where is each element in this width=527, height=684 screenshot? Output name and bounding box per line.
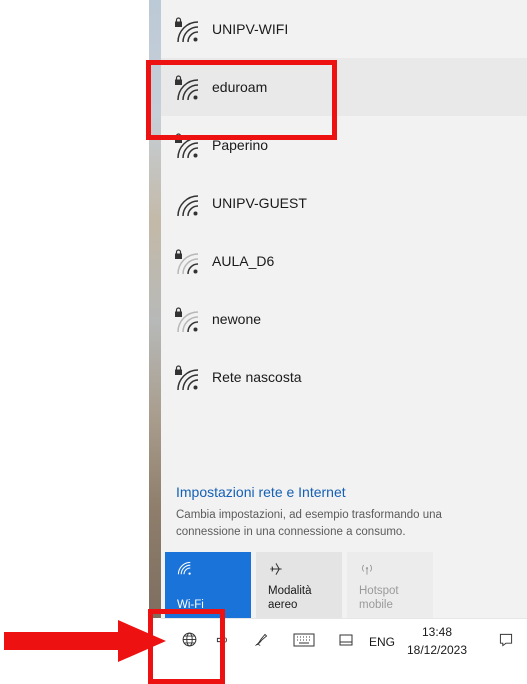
clock-time: 13:48 (421, 625, 453, 639)
network-item[interactable]: newone (161, 290, 527, 348)
network-item[interactable]: UNIPV-GUEST (161, 174, 527, 232)
notification-icon (498, 632, 514, 653)
pen-icon (253, 632, 269, 653)
clock-date: 18/12/2023 (406, 643, 468, 657)
tablet-mode-button[interactable] (333, 619, 359, 665)
touch-keyboard-button[interactable] (287, 619, 321, 665)
pointer-arrow (4, 620, 166, 662)
language-indicator[interactable]: ENG (367, 619, 397, 665)
secured-wifi-icon (174, 307, 200, 333)
network-settings-link[interactable]: Impostazioni rete e Internet (176, 484, 346, 500)
pen-tray-button[interactable] (247, 619, 275, 665)
network-name: Rete nascosta (212, 369, 302, 385)
hotspot-label-line2: mobile (359, 599, 393, 611)
action-center-button[interactable] (491, 619, 521, 665)
airplane-icon (268, 561, 284, 581)
network-item[interactable]: Rete nascosta (161, 348, 527, 406)
network-settings-description: Cambia impostazioni, ad esempio trasform… (176, 509, 442, 538)
network-name: newone (212, 311, 262, 327)
mobile-hotspot-button[interactable]: Hotspot mobile (347, 552, 433, 618)
wifi-icon (174, 191, 200, 217)
network-name: UNIPV-GUEST (212, 195, 307, 211)
keyboard-icon (293, 633, 315, 652)
network-item[interactable]: AULA_D6 (161, 232, 527, 290)
secured-wifi-icon (174, 365, 200, 391)
secured-wifi-icon (174, 249, 200, 275)
network-name: AULA_D6 (212, 253, 275, 269)
network-item[interactable]: UNIPV-WIFI (161, 0, 527, 58)
hotspot-label-line1: Hotspot (359, 585, 399, 597)
tablet-icon (339, 633, 353, 652)
hotspot-icon (359, 561, 375, 581)
airplane-label-line1: Modalità (268, 585, 312, 597)
secured-wifi-icon (174, 17, 200, 43)
network-name: UNIPV-WIFI (212, 21, 289, 37)
airplane-mode-button[interactable]: Modalità aereo (256, 552, 342, 618)
wifi-icon (177, 561, 191, 579)
taskbar-clock[interactable]: 13:48 18/12/2023 (399, 623, 475, 659)
airplane-label-line2: aereo (268, 599, 298, 611)
